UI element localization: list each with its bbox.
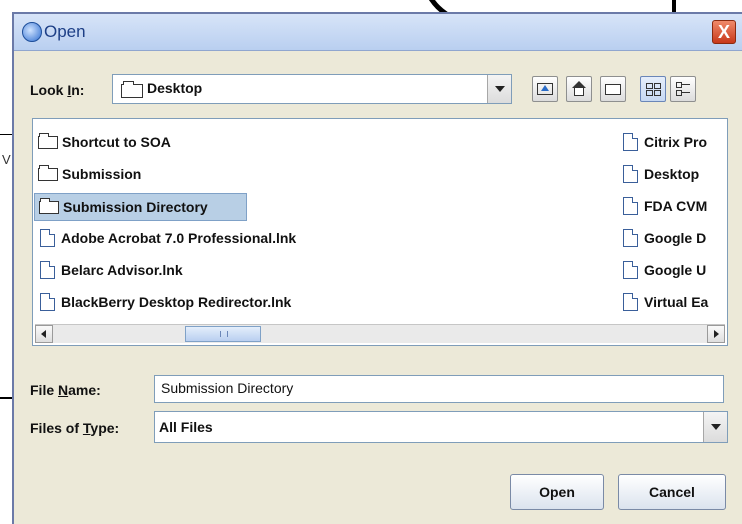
files-of-type-value: All Files	[159, 419, 213, 435]
folder-icon	[39, 197, 59, 214]
chevron-down-icon[interactable]	[487, 75, 511, 103]
scroll-thumb[interactable]	[185, 326, 261, 342]
files-of-type-combobox[interactable]: All Files	[154, 411, 728, 443]
file-icon	[623, 165, 638, 184]
open-button[interactable]: Open	[510, 474, 604, 510]
scroll-left-arrow-icon[interactable]	[35, 325, 53, 343]
file-icon	[40, 229, 55, 248]
home-icon	[571, 81, 587, 97]
background-text: V	[2, 152, 11, 167]
list-item[interactable]: Belarc Advisor.lnk	[34, 257, 434, 283]
list-item[interactable]: Adobe Acrobat 7.0 Professional.lnk	[34, 225, 434, 251]
file-icon	[623, 261, 638, 280]
list-item[interactable]: BlackBerry Desktop Redirector.lnk	[34, 289, 434, 315]
look-in-value: Desktop	[147, 80, 203, 96]
folder-icon	[38, 164, 58, 181]
background-line	[0, 134, 12, 135]
list-item[interactable]: Shortcut to SOA	[34, 129, 284, 155]
list-item[interactable]: Citrix Pro	[617, 129, 727, 155]
open-dialog: Open X Look In: Desktop Shortcut to SOA …	[12, 12, 742, 524]
list-view-icon	[645, 81, 661, 97]
list-view-button[interactable]	[640, 76, 666, 102]
look-in-label: Look In:	[30, 82, 85, 98]
chevron-down-icon[interactable]	[703, 412, 727, 442]
file-icon	[40, 261, 55, 280]
file-icon	[40, 293, 55, 312]
list-item-selected[interactable]: Submission Directory	[34, 193, 247, 221]
file-list[interactable]: Shortcut to SOA Submission Submission Di…	[32, 118, 728, 346]
file-name-field[interactable]: Submission Directory	[154, 375, 724, 403]
details-view-icon	[675, 81, 691, 97]
list-item[interactable]: Google D	[617, 225, 727, 251]
dialog-title: Open	[44, 22, 86, 41]
home-button[interactable]	[566, 76, 592, 102]
up-one-level-button[interactable]	[532, 76, 558, 102]
file-icon	[623, 293, 638, 312]
title-bar[interactable]: Open X	[14, 14, 742, 51]
details-view-button[interactable]	[670, 76, 696, 102]
folder-icon	[38, 132, 58, 149]
new-folder-button[interactable]	[600, 76, 626, 102]
file-icon	[623, 133, 638, 152]
up-folder-icon	[537, 83, 553, 95]
list-item[interactable]: Virtual Ea	[617, 289, 727, 315]
list-item[interactable]: Google U	[617, 257, 727, 283]
list-item[interactable]: Submission	[34, 161, 284, 187]
scroll-right-arrow-icon[interactable]	[707, 325, 725, 343]
file-name-label: File Name:	[30, 382, 101, 398]
new-folder-icon	[605, 84, 621, 95]
look-in-combobox[interactable]: Desktop	[112, 74, 512, 104]
file-icon	[623, 229, 638, 248]
close-button[interactable]: X	[712, 20, 736, 44]
list-item[interactable]: FDA CVM	[617, 193, 727, 219]
files-of-type-label: Files of Type:	[30, 420, 120, 436]
background-line	[0, 397, 12, 399]
cancel-button[interactable]: Cancel	[618, 474, 726, 510]
folder-icon	[121, 81, 143, 98]
horizontal-scrollbar[interactable]	[35, 324, 725, 343]
java-app-icon	[22, 22, 42, 42]
list-item[interactable]: Desktop	[617, 161, 727, 187]
file-icon	[623, 197, 638, 216]
